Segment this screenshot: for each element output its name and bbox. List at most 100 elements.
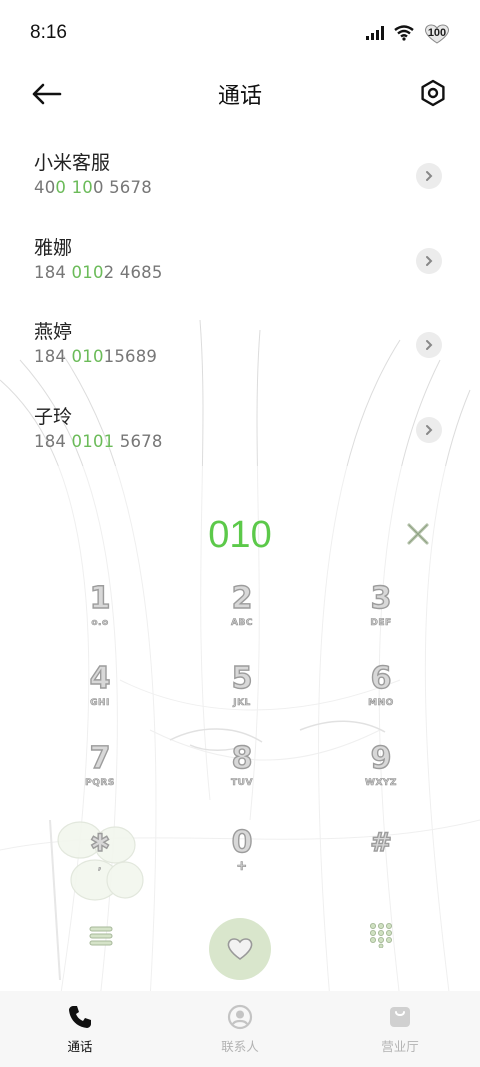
keypad-icon bbox=[370, 923, 392, 949]
bag-icon bbox=[386, 1003, 414, 1031]
key-digit: ✱ bbox=[89, 828, 111, 857]
status-time: 8:16 bbox=[30, 22, 67, 43]
key-digit: 1 bbox=[89, 581, 111, 616]
key-letters: MNO bbox=[368, 698, 394, 709]
chevron-right-icon bbox=[426, 171, 433, 181]
key-letters: PQRS bbox=[85, 778, 115, 789]
key-digit: 2 bbox=[231, 581, 253, 616]
key-letters: o.o bbox=[91, 618, 109, 629]
key-letters: DEF bbox=[370, 618, 392, 629]
signal-icon bbox=[366, 26, 384, 40]
contact-item[interactable]: 雅娜 184 0102 4685 bbox=[0, 225, 480, 310]
contact-name: 子玲 bbox=[34, 405, 73, 428]
key-letters: GHI bbox=[90, 698, 110, 709]
header: 通话 bbox=[0, 66, 480, 122]
battery-level: 100 bbox=[427, 27, 447, 39]
contact-detail-button[interactable] bbox=[416, 163, 442, 189]
close-icon bbox=[407, 523, 429, 545]
back-button[interactable] bbox=[30, 78, 64, 110]
key-digit: 7 bbox=[89, 741, 111, 776]
key-digit: 3 bbox=[370, 581, 392, 616]
contact-name: 雅娜 bbox=[34, 236, 73, 259]
key-letters: WXYZ bbox=[365, 778, 397, 789]
contact-number: 184 0102 4685 bbox=[34, 261, 480, 285]
number-segment: 184 bbox=[34, 262, 72, 282]
contact-detail-button[interactable] bbox=[416, 247, 442, 274]
contact-item[interactable]: 小米客服 400 100 5678 bbox=[0, 140, 480, 225]
wifi-icon bbox=[394, 25, 414, 41]
contact-item[interactable]: 燕婷 184 01015689 bbox=[0, 309, 480, 394]
nav-label: 通话 bbox=[67, 1039, 93, 1054]
dialpad-panel: 010 1 o.o 2 ABC 3 DEF 4 GHI 5 JKL 6 MNO … bbox=[0, 466, 480, 991]
key-digit: # bbox=[369, 827, 392, 858]
heart-icon bbox=[227, 938, 253, 960]
call-button[interactable] bbox=[209, 918, 271, 980]
number-match-highlight: 010 bbox=[71, 262, 104, 282]
number-segment: 15689 bbox=[103, 347, 158, 366]
nav-label: 营业厅 bbox=[381, 1039, 419, 1054]
key-7[interactable]: 7 PQRS bbox=[50, 741, 150, 812]
nav-label: 联系人 bbox=[221, 1039, 259, 1054]
contact-detail-button[interactable] bbox=[416, 416, 442, 443]
menu-icon bbox=[89, 926, 113, 946]
number-match-highlight: 10 bbox=[71, 178, 93, 197]
menu-button[interactable] bbox=[88, 924, 114, 948]
status-icons: 100 bbox=[366, 23, 450, 44]
number-match-highlight: 0 bbox=[55, 178, 67, 197]
key-1[interactable]: 1 o.o bbox=[50, 581, 150, 652]
key-0[interactable]: 0 + bbox=[192, 825, 292, 896]
key-hash[interactable]: # bbox=[331, 826, 431, 896]
nav-item-contacts[interactable]: 联系人 bbox=[160, 991, 320, 1067]
chevron-right-icon bbox=[426, 424, 433, 435]
number-match-highlight: 0101 bbox=[71, 431, 115, 451]
key-letters: + bbox=[236, 859, 248, 874]
battery-indicator: 100 bbox=[424, 23, 450, 44]
keypad-toggle-button[interactable] bbox=[368, 922, 394, 949]
bottom-navigation: 通话 联系人 营业厅 bbox=[0, 991, 480, 1067]
key-5[interactable]: 5 JKL bbox=[192, 661, 292, 732]
clear-button[interactable] bbox=[406, 522, 430, 546]
settings-button[interactable] bbox=[418, 78, 448, 108]
key-8[interactable]: 8 TUV bbox=[192, 741, 292, 812]
number-segment: 5678 bbox=[114, 431, 163, 451]
number-segment: 0 5678 bbox=[92, 178, 152, 197]
settings-icon bbox=[421, 79, 445, 107]
chevron-right-icon bbox=[426, 255, 433, 266]
contact-number: 184 0101 5678 bbox=[34, 430, 480, 454]
key-4[interactable]: 4 GHI bbox=[50, 661, 150, 732]
back-arrow-icon bbox=[32, 83, 62, 105]
key-9[interactable]: 9 WXYZ bbox=[331, 741, 431, 812]
nav-item-service-hall[interactable]: 营业厅 bbox=[320, 991, 480, 1067]
number-segment: 2 4685 bbox=[103, 262, 163, 282]
key-3[interactable]: 3 DEF bbox=[331, 581, 431, 652]
nav-item-calls[interactable]: 通话 bbox=[0, 991, 160, 1067]
phone-icon bbox=[66, 1003, 94, 1031]
contact-number: 184 01015689 bbox=[34, 345, 480, 369]
key-digit: 4 bbox=[89, 661, 111, 696]
key-digit: 8 bbox=[231, 741, 253, 776]
contact-detail-button[interactable] bbox=[416, 332, 442, 358]
contact-suggestions-list: 小米客服 400 100 5678 雅娜 184 0102 4685 燕婷 18… bbox=[0, 140, 480, 478]
key-digit: 0 bbox=[231, 825, 253, 860]
key-6[interactable]: 6 MNO bbox=[331, 661, 431, 732]
number-match-highlight: 010 bbox=[71, 347, 104, 366]
key-star[interactable]: ✱ , bbox=[50, 826, 150, 896]
chevron-right-icon bbox=[426, 340, 433, 350]
key-letters: TUV bbox=[231, 778, 253, 789]
number-segment: 40 bbox=[34, 178, 56, 197]
contact-name: 燕婷 bbox=[34, 321, 73, 343]
key-letters: JKL bbox=[233, 698, 251, 709]
key-2[interactable]: 2 ABC bbox=[192, 581, 292, 652]
contact-number: 400 100 5678 bbox=[34, 176, 480, 200]
page-title: 通话 bbox=[217, 84, 262, 109]
person-icon bbox=[226, 1003, 254, 1031]
status-bar: 8:16 100 bbox=[0, 0, 480, 66]
key-letters: , bbox=[98, 862, 102, 873]
key-digit: 5 bbox=[231, 661, 253, 696]
key-digit: 6 bbox=[370, 661, 392, 696]
number-segment: 184 bbox=[34, 431, 72, 451]
key-digit: 9 bbox=[370, 741, 392, 776]
contact-name: 小米客服 bbox=[34, 152, 111, 174]
key-letters: ABC bbox=[231, 618, 253, 629]
number-segment: 184 bbox=[34, 347, 72, 366]
